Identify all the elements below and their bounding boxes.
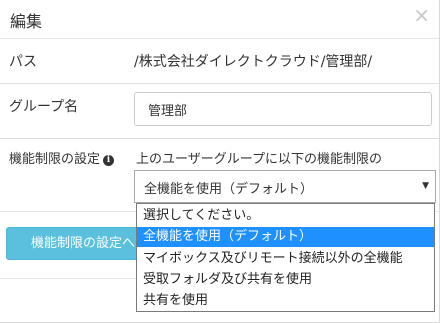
- divider: [0, 278, 139, 279]
- dropdown-option[interactable]: 受取フォルダ及び共有を使用: [137, 270, 434, 290]
- dropdown-option-selected[interactable]: 全機能を使用（デフォルト）: [137, 227, 434, 247]
- dropdown-option[interactable]: マイボックス及びリモート接続以外の全機能: [137, 249, 434, 269]
- dropdown-option[interactable]: 共有を使用: [137, 291, 434, 311]
- caret-down-icon: ▼: [422, 181, 429, 191]
- restriction-label-text: 機能制限の設定: [9, 152, 101, 167]
- path-label: パス: [9, 54, 37, 70]
- restriction-select-value: 全機能を使用（デフォルト）: [144, 182, 314, 197]
- group-name-label: グループ名: [9, 99, 79, 115]
- restriction-description: 上のユーザーグループに以下の機能制限の: [136, 152, 382, 167]
- edit-modal: 編集 × パス /株式会社ダイレクトクラウド/管理部/ グループ名 管理部 機能…: [0, 0, 440, 323]
- group-name-row: グループ名 管理部: [0, 84, 439, 139]
- modal-header: 編集 ×: [0, 0, 439, 39]
- path-row: パス /株式会社ダイレクトクラウド/管理部/: [0, 39, 439, 84]
- info-icon[interactable]: i: [103, 155, 115, 166]
- restriction-label: 機能制限の設定 i: [9, 148, 115, 167]
- group-name-input[interactable]: 管理部: [134, 92, 432, 126]
- close-icon[interactable]: ×: [413, 5, 430, 25]
- modal-title: 編集: [10, 12, 43, 31]
- dropdown-option[interactable]: 選択してください。: [137, 206, 434, 226]
- path-value: /株式会社ダイレクトクラウド/管理部/: [134, 54, 373, 70]
- restriction-dropdown: 選択してください。 全機能を使用（デフォルト） マイボックス及びリモート接続以外…: [136, 203, 435, 312]
- restriction-select[interactable]: 全機能を使用（デフォルト） ▼: [134, 170, 436, 203]
